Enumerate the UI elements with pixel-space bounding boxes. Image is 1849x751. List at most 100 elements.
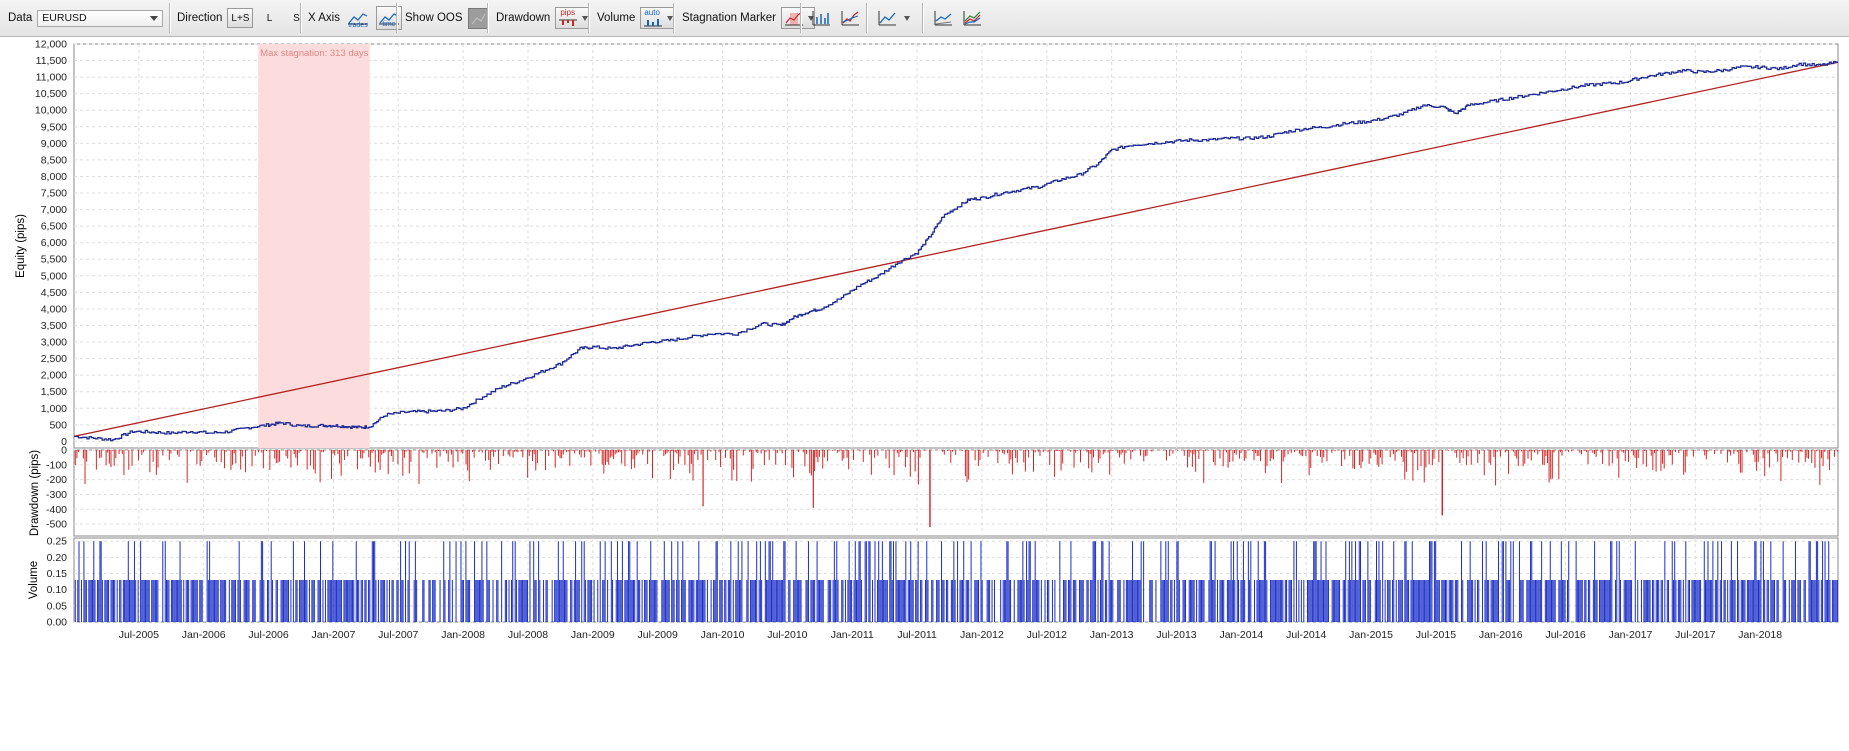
y-tick-label: 1,500 bbox=[41, 386, 67, 398]
y-tick-label: 1,000 bbox=[41, 403, 67, 415]
direction-label: Direction bbox=[177, 12, 223, 24]
drawdown-label: Drawdown bbox=[496, 12, 551, 24]
line-chart-group bbox=[874, 3, 910, 33]
chevron-down-icon[interactable] bbox=[904, 15, 910, 21]
direction-ls-button[interactable]: L+S bbox=[227, 8, 254, 28]
x-tick-label: Jul-2012 bbox=[1027, 629, 1067, 641]
y-tick-label: 4,000 bbox=[41, 303, 67, 315]
charts-area: Max stagnation: 313 days 12,000 11,500 11,… bbox=[15, 39, 1839, 641]
drawdown-y-tick-labels: 0 -100 -200 -300 -400 -500 bbox=[46, 445, 67, 531]
x-tick-label: Jul-2010 bbox=[767, 629, 807, 641]
drawdown-y-axis-title: Drawdown (pips) bbox=[29, 450, 41, 536]
y-tick-label: -100 bbox=[46, 459, 67, 471]
x-tick-label: Jan-2013 bbox=[1090, 629, 1134, 641]
data-group: Data EURUSD bbox=[8, 3, 164, 33]
y-tick-label: 0.25 bbox=[47, 536, 68, 548]
x-tick-label: Jul-2015 bbox=[1416, 629, 1456, 641]
toolbar-separator bbox=[673, 3, 674, 33]
y-tick-label: 2,500 bbox=[41, 353, 67, 365]
trades-caption: trades bbox=[348, 22, 368, 29]
drawdown-mode-dropdown[interactable]: pips bbox=[555, 7, 590, 29]
volume-y-tick-labels: 0.25 0.20 0.15 0.10 0.05 0.00 bbox=[47, 536, 68, 629]
x-tick-label: Jul-2007 bbox=[378, 629, 418, 641]
y-tick-label: 3,000 bbox=[41, 337, 67, 349]
compare-group bbox=[930, 3, 985, 33]
compare-chart-button[interactable] bbox=[930, 6, 956, 30]
x-tick-label: Jan-2009 bbox=[571, 629, 615, 641]
x-tick-label: Jul-2016 bbox=[1545, 629, 1585, 641]
y-tick-label: 0.15 bbox=[47, 568, 68, 580]
x-tick-label: Jul-2009 bbox=[638, 629, 678, 641]
y-tick-label: 0.20 bbox=[47, 552, 68, 564]
y-tick-label: 12,000 bbox=[35, 39, 67, 51]
data-label: Data bbox=[8, 12, 33, 24]
x-tick-label: Jul-2011 bbox=[897, 629, 937, 641]
y-tick-label: 11,000 bbox=[36, 72, 67, 84]
x-tick-label: Jan-2014 bbox=[1219, 629, 1263, 641]
drawdown-panel: 0 -100 -200 -300 -400 -500 Drawdown (pips) bbox=[29, 445, 1839, 537]
y-tick-label: 5,500 bbox=[41, 254, 67, 266]
toolbar-separator bbox=[800, 3, 801, 33]
direction-short-button[interactable]: S bbox=[285, 6, 307, 30]
multi-equity-icon bbox=[963, 11, 981, 26]
equity-panel: Max stagnation: 313 days 12,000 11,500 11,… bbox=[15, 39, 1839, 449]
direction-long-button[interactable]: L bbox=[258, 6, 280, 30]
chart-bars-icon bbox=[812, 11, 830, 26]
x-tick-label: Jan-2007 bbox=[312, 629, 356, 641]
y-tick-label: 3,500 bbox=[41, 320, 67, 332]
stagnation-label: Stagnation Marker bbox=[682, 12, 776, 24]
y-tick-label: 6,500 bbox=[41, 221, 67, 233]
drawdown-plot-frame bbox=[73, 449, 1839, 537]
volume-mode-dropdown[interactable]: auto bbox=[640, 7, 675, 29]
x-tick-label: Jul-2014 bbox=[1286, 629, 1326, 641]
drawdown-group: Drawdown pips bbox=[496, 3, 590, 33]
volume-panel: 0.25 0.20 0.15 0.10 0.05 0.00 Volume bbox=[28, 536, 1839, 629]
y-tick-label: 10,500 bbox=[35, 88, 67, 100]
chart-equity-icon bbox=[841, 11, 859, 26]
chevron-down-icon bbox=[150, 15, 159, 21]
direction-ls-label: L+S bbox=[231, 12, 250, 24]
show-oos-toggle[interactable] bbox=[467, 7, 489, 29]
x-tick-label: Jan-2016 bbox=[1479, 629, 1523, 641]
chart-equity-button[interactable] bbox=[837, 6, 863, 30]
data-select-value: EURUSD bbox=[42, 12, 87, 24]
volume-label: Volume bbox=[597, 12, 636, 24]
volume-group: Volume auto bbox=[597, 3, 675, 33]
y-tick-label: 0.05 bbox=[47, 600, 68, 612]
multi-equity-button[interactable] bbox=[959, 6, 985, 30]
data-select[interactable]: EURUSD bbox=[37, 9, 164, 27]
x-tick-label: Jan-2011 bbox=[831, 629, 874, 641]
toolbar-separator bbox=[588, 3, 589, 33]
y-tick-label: -400 bbox=[46, 504, 67, 516]
y-tick-label: 7,000 bbox=[41, 204, 67, 216]
y-tick-label: 5,000 bbox=[41, 270, 67, 282]
xaxis-time-button[interactable]: time bbox=[375, 6, 402, 30]
direction-short-label: S bbox=[293, 12, 300, 24]
x-tick-label: Jan-2006 bbox=[182, 629, 226, 641]
x-axis-tick-labels: Jul-2005 Jan-2006 Jul-2006 Jan-2007 Jul-2007… bbox=[119, 629, 1783, 641]
volume-auto-icon: auto bbox=[643, 8, 663, 27]
y-tick-label: 0.00 bbox=[47, 617, 68, 629]
xaxis-trades-button[interactable]: trades bbox=[345, 6, 371, 30]
time-caption: time bbox=[382, 21, 396, 28]
toolbar-separator bbox=[922, 3, 923, 33]
compare-chart-icon bbox=[934, 11, 952, 26]
y-tick-label: 8,000 bbox=[41, 171, 67, 183]
y-tick-label: 10,000 bbox=[35, 105, 67, 117]
y-tick-label: 0.10 bbox=[47, 584, 68, 596]
chart-bars-button[interactable] bbox=[808, 6, 834, 30]
x-tick-label: Jul-2017 bbox=[1675, 629, 1715, 641]
equity-y-tick-labels: 12,000 11,500 11,000 10,500 10,000 9,500 9,000… bbox=[35, 39, 67, 448]
y-tick-label: -500 bbox=[46, 519, 67, 531]
y-tick-label: -200 bbox=[46, 474, 67, 486]
oos-chart-icon bbox=[471, 13, 486, 24]
toolbar-separator bbox=[169, 3, 170, 33]
toolbar-separator bbox=[300, 3, 301, 33]
y-tick-label: 0 bbox=[61, 445, 67, 457]
drawdown-bars-icon bbox=[559, 19, 578, 26]
y-tick-label: 9,000 bbox=[41, 138, 67, 150]
x-tick-label: Jul-2008 bbox=[508, 629, 548, 641]
y-tick-label: 7,500 bbox=[41, 188, 67, 200]
x-tick-label: Jan-2018 bbox=[1738, 629, 1782, 641]
line-chart-button[interactable] bbox=[874, 6, 900, 30]
